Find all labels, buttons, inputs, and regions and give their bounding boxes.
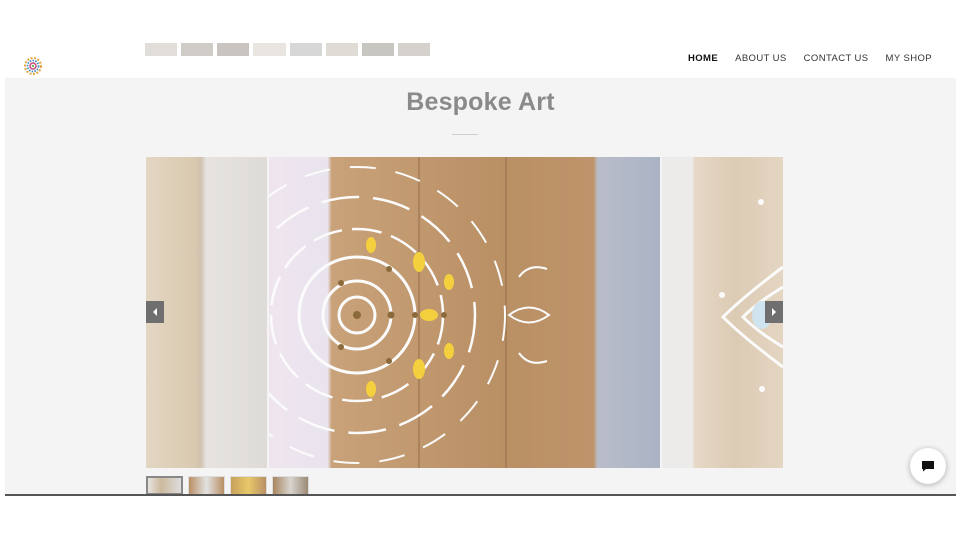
- thumbnail-1[interactable]: [146, 476, 183, 495]
- nav-my-shop[interactable]: MY SHOP: [886, 53, 932, 64]
- title-divider: [452, 134, 478, 135]
- section-bottom-border: [5, 494, 956, 496]
- chat-button[interactable]: [910, 448, 946, 484]
- slider-prev-button[interactable]: [146, 301, 164, 323]
- slider-thumbnails: [146, 476, 309, 495]
- thumbnail-3[interactable]: [230, 476, 267, 495]
- image-strip: [145, 43, 430, 56]
- nav-contact-us[interactable]: CONTACT US: [804, 53, 869, 64]
- image-slider[interactable]: [146, 157, 783, 468]
- main-nav: HOME ABOUT US CONTACT US MY SHOP: [688, 53, 932, 64]
- page: HOME ABOUT US CONTACT US MY SHOP Bespoke…: [0, 0, 960, 540]
- thumbnail-2[interactable]: [188, 476, 225, 495]
- chevron-left-icon: [153, 308, 157, 316]
- thumbnail-4[interactable]: [272, 476, 309, 495]
- chevron-right-icon: [772, 308, 776, 316]
- page-title: Bespoke Art: [406, 88, 555, 116]
- slide-previous[interactable]: [146, 157, 267, 468]
- site-header: HOME ABOUT US CONTACT US MY SHOP: [0, 0, 960, 78]
- nav-home[interactable]: HOME: [688, 53, 718, 64]
- main-section: Bespoke Art: [5, 78, 956, 495]
- nav-about-us[interactable]: ABOUT US: [735, 53, 787, 64]
- slider-next-button[interactable]: [765, 301, 783, 323]
- chat-bubble-icon: [922, 461, 934, 472]
- mandala-artwork-image: [269, 157, 551, 468]
- mandala-logo-icon[interactable]: [23, 56, 43, 76]
- slide-current[interactable]: [269, 157, 660, 468]
